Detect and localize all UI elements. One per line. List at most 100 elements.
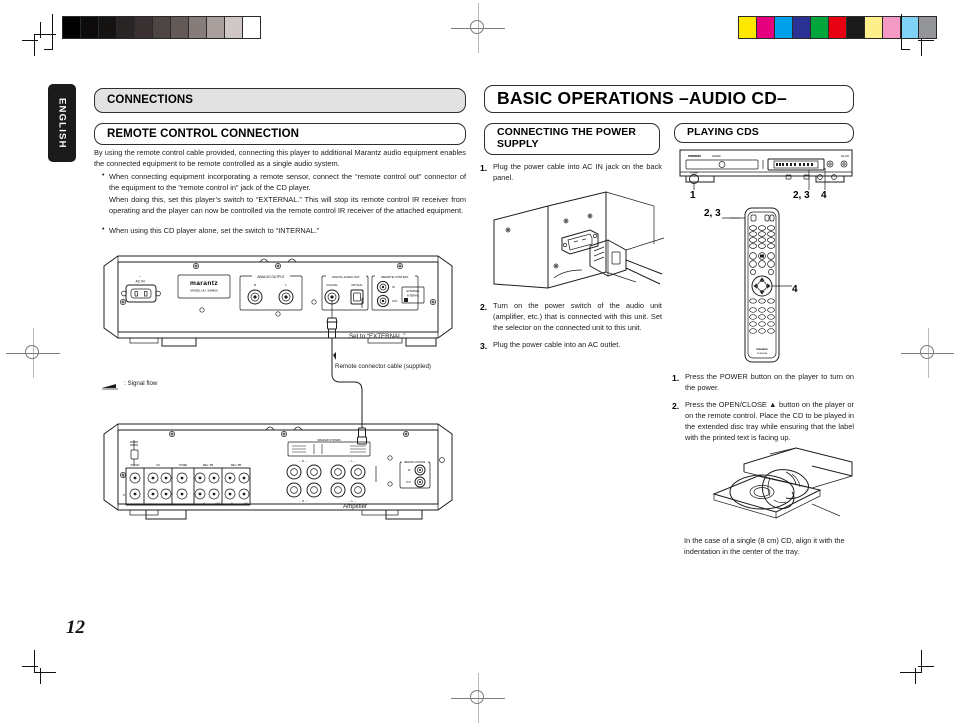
label-remote-connector-cable: Remote connector cable (supplied) xyxy=(335,363,431,370)
leader-remote-top xyxy=(722,216,740,220)
svg-text:EXTERNAL: EXTERNAL xyxy=(406,290,420,293)
crop-mark-br-h xyxy=(900,672,922,673)
language-tab-label: ENGLISH xyxy=(56,97,68,149)
svg-text:REMOTE CONTROL: REMOTE CONTROL xyxy=(381,275,409,279)
strip-bracket-left-v xyxy=(52,14,53,50)
color-patch xyxy=(883,17,901,38)
color-patch xyxy=(829,17,847,38)
svg-text:PHONO: PHONO xyxy=(131,464,140,467)
color-patch xyxy=(901,17,919,38)
svg-text:REC / PB: REC / PB xyxy=(203,464,214,467)
crop-mark-tl-h3 xyxy=(22,40,38,41)
callout-front-openclose: 2, 3 xyxy=(793,190,810,201)
label-amplifier: Amplifier xyxy=(343,503,368,510)
heading-playing-cds: PLAYING CDS xyxy=(674,123,854,143)
bullet-item-2: • When using this CD player alone, set t… xyxy=(102,225,466,236)
bullet-item-1: • When connecting equipment incorporatin… xyxy=(102,171,466,216)
svg-text:marantz: marantz xyxy=(688,154,701,158)
svg-text:SA-CD: SA-CD xyxy=(841,154,849,158)
language-tab-english: ENGLISH xyxy=(48,84,76,162)
power-supply-steps-2-3: 2. Turn on the power switch of the audio… xyxy=(480,301,662,358)
color-patch xyxy=(739,17,757,38)
heading-connections-label: CONNECTIONS xyxy=(107,94,194,107)
heading-remote-control-connection-label: REMOTE CONTROL CONNECTION xyxy=(107,127,300,140)
callout-remote-nav: 4 xyxy=(792,284,798,295)
bullet-item-1-text: When connecting equipment incorporating … xyxy=(109,172,466,193)
color-patch xyxy=(757,17,775,38)
playing-cds-steps: 1. Press the POWER button on the player … xyxy=(672,372,854,450)
callout-remote-top: 2, 3 xyxy=(704,208,721,219)
numbered-step: 2. Press the OPEN/CLOSE ▲ button on the … xyxy=(672,400,854,444)
svg-text:← L →: ← L → xyxy=(348,459,356,463)
label-set-to-external: Set to “EXTERNAL.” xyxy=(349,333,406,340)
step-text: Plug the power cable into AC IN jack on … xyxy=(493,162,662,182)
crop-mark-bl-v xyxy=(34,650,35,672)
figure-loading-disc xyxy=(700,442,860,528)
crop-mark-br-h2 xyxy=(915,668,916,684)
figure-remote-control: marantz RC8400SA xyxy=(730,206,792,364)
registration-target-right xyxy=(901,328,954,378)
svg-text:OUT: OUT xyxy=(244,503,249,505)
legend-signal-flow-arrow xyxy=(100,381,122,391)
color-patch xyxy=(919,17,936,38)
svg-text:AC IN: AC IN xyxy=(135,280,145,284)
svg-text:L: L xyxy=(285,283,287,287)
color-calibration-strip xyxy=(738,16,937,39)
svg-text:IN: IN xyxy=(392,285,395,289)
svg-text:TUNER: TUNER xyxy=(179,464,188,467)
page-number: 12 xyxy=(66,617,85,638)
step-text: Plug the power cable into an AC outlet. xyxy=(493,339,621,349)
svg-text:OUT: OUT xyxy=(216,503,221,505)
svg-text:L: L xyxy=(123,476,125,479)
svg-text:COAXIAL: COAXIAL xyxy=(326,283,338,287)
bullet-item-1-continuation: When doing this, set this player’s switc… xyxy=(109,195,466,216)
svg-text:DIGITAL AUDIO OUT: DIGITAL AUDIO OUT xyxy=(332,275,360,279)
step-text: Press the POWER button on the player to … xyxy=(685,372,854,392)
grayscale-patch xyxy=(171,17,189,38)
step-text: Press the OPEN/CLOSE ▲ button on the pla… xyxy=(685,399,854,442)
grayscale-patch xyxy=(225,17,243,38)
grayscale-patch xyxy=(81,17,99,38)
crop-mark-tl-v xyxy=(34,34,35,56)
color-patch xyxy=(811,17,829,38)
svg-text:RC8400SA: RC8400SA xyxy=(757,352,768,355)
strip-bracket-right-h xyxy=(901,49,910,50)
crop-mark-bl-h xyxy=(34,672,56,673)
bullet-dot: • xyxy=(102,226,105,233)
svg-text:OUT: OUT xyxy=(392,299,398,303)
numbered-step: 2. Turn on the power switch of the audio… xyxy=(480,301,662,334)
svg-text:← R →: ← R → xyxy=(299,459,308,463)
bullet-item-2-text: When using this CD player alone, set the… xyxy=(109,226,320,235)
step-number: 2. xyxy=(672,400,680,411)
grayscale-patch xyxy=(135,17,153,38)
heading-connecting-power-supply-label: CONNECTING THE POWER SUPPLY xyxy=(497,126,637,150)
heading-playing-cds-label: PLAYING CDS xyxy=(687,126,759,139)
svg-text:OPTICAL: OPTICAL xyxy=(351,283,363,287)
figure-power-cable-connection xyxy=(486,188,665,300)
crop-mark-bl-h3 xyxy=(22,666,38,667)
svg-text:marantz: marantz xyxy=(756,347,768,351)
numbered-step: 1. Plug the power cable into AC IN jack … xyxy=(480,162,662,184)
color-patch xyxy=(775,17,793,38)
callout-front-play: 4 xyxy=(821,190,827,201)
grayscale-patch xyxy=(207,17,225,38)
grayscale-patch xyxy=(243,17,260,38)
crop-mark-bl-h2 xyxy=(40,668,41,684)
heading-basic-operations-label: BASIC OPERATIONS –AUDIO CD– xyxy=(497,88,787,109)
svg-text:MODEL NO. SA8400: MODEL NO. SA8400 xyxy=(190,289,218,293)
svg-text:ANALOG OUTPUT: ANALOG OUTPUT xyxy=(257,275,284,279)
svg-text:REC / PB: REC / PB xyxy=(231,464,242,467)
heading-connecting-power-supply: CONNECTING THE POWER SUPPLY xyxy=(484,123,660,155)
grayscale-patch xyxy=(99,17,117,38)
intro-paragraph: By using the remote control cable provid… xyxy=(94,148,466,169)
callout-front-power: 1 xyxy=(690,190,696,201)
svg-text:← R →: ← R → xyxy=(299,499,308,503)
strip-bracket-left-h xyxy=(44,49,53,50)
svg-text:~: ~ xyxy=(139,275,141,279)
grayscale-patch xyxy=(63,17,81,38)
grayscale-patch xyxy=(189,17,207,38)
crop-mark-br-h3 xyxy=(918,666,934,667)
svg-text:IN: IN xyxy=(408,470,411,472)
manual-page: ENGLISH CONNECTIONS REMOTE CONTROL CONNE… xyxy=(0,0,954,723)
step-number: 3. xyxy=(480,340,488,351)
